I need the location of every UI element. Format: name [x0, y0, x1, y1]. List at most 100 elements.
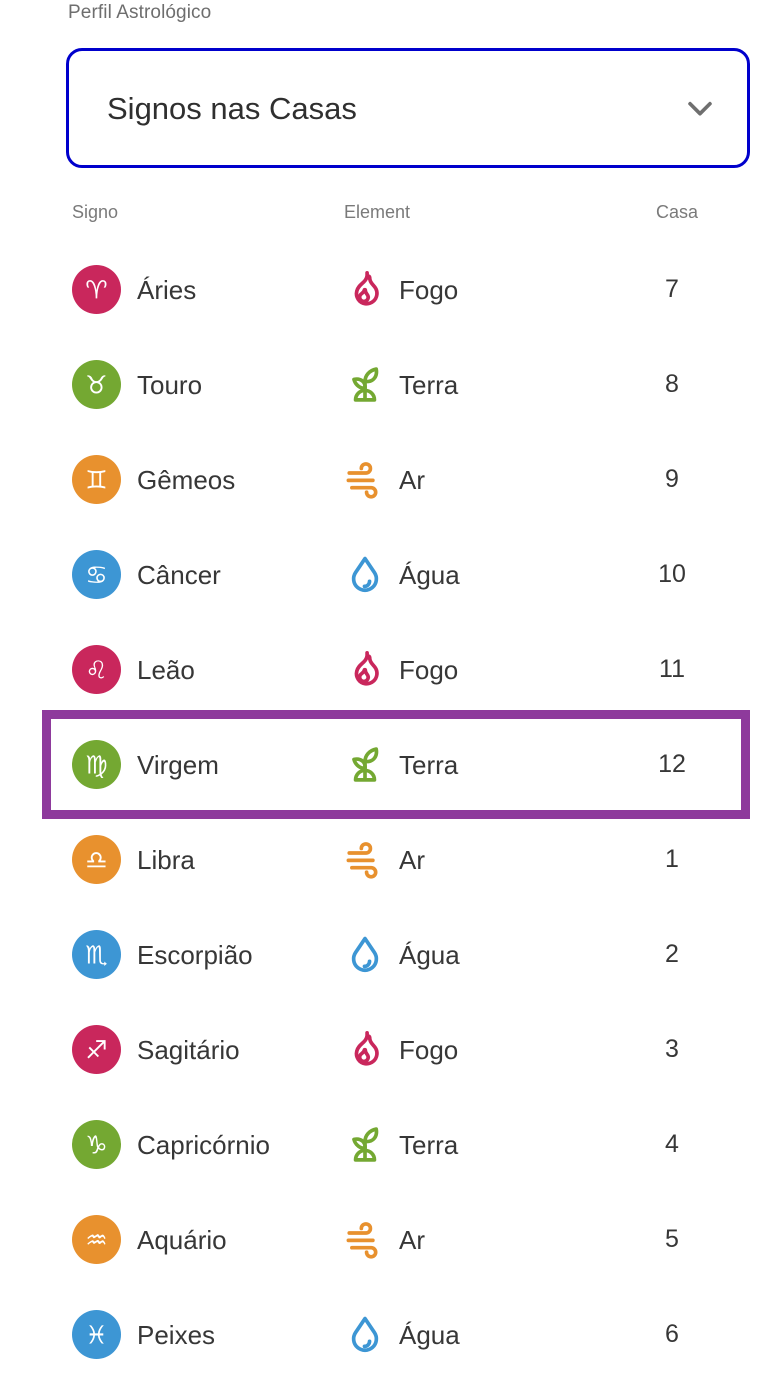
droplet-icon	[344, 934, 386, 976]
zodiac-aquario-icon: ♒	[72, 1215, 121, 1264]
house-number: 1	[665, 845, 679, 873]
element-cell: Água	[344, 527, 460, 622]
sign-name: Gêmeos	[137, 464, 236, 495]
element-name: Água	[399, 1319, 460, 1350]
sign-name: Sagitário	[137, 1034, 240, 1065]
zodiac-gemeos-icon: ♊	[72, 455, 121, 504]
sign-cell: ♓ Peixes	[72, 1287, 215, 1381]
zodiac-leao-icon: ♌	[72, 645, 121, 694]
table-row[interactable]: ♊ Gêmeos Ar 9	[0, 432, 774, 527]
sign-cell: ♌ Leão	[72, 622, 195, 717]
sign-name: Capricórnio	[137, 1129, 270, 1160]
wind-icon	[344, 1219, 386, 1261]
element-cell: Ar	[344, 432, 425, 527]
table-row[interactable]: ♐ Sagitário Fogo 3	[0, 1002, 774, 1097]
zodiac-touro-icon: ♉	[72, 360, 121, 409]
house-number: 3	[665, 1035, 679, 1063]
svg-text:♌: ♌	[85, 656, 107, 685]
perfil-astrologico-select[interactable]: Signos nas Casas	[66, 48, 750, 168]
element-cell: Ar	[344, 812, 425, 907]
sign-cell: ♐ Sagitário	[72, 1002, 240, 1097]
table-row[interactable]: ♑ Capricórnio Terra 4	[0, 1097, 774, 1192]
element-name: Fogo	[399, 1034, 459, 1065]
element-name: Terra	[399, 369, 459, 400]
sprout-icon	[344, 744, 386, 786]
sign-name: Áries	[137, 274, 197, 305]
zodiac-peixes-icon: ♓	[72, 1310, 121, 1359]
house-number: 5	[665, 1225, 679, 1253]
table-row[interactable]: ♉ Touro Terra 8	[0, 337, 774, 432]
sign-cell: ♋ Câncer	[72, 527, 221, 622]
wind-icon	[344, 459, 386, 501]
sign-name: Leão	[137, 654, 195, 685]
sign-name: Touro	[137, 369, 203, 400]
table-body: ♈ Áries Fogo 7 ♉ Touro Terra 8 ♊ Gêmeos Ar 9 ♋ Câncer…	[0, 242, 774, 1381]
signs-in-houses-table: Signo Element Casa ♈ Áries Fogo 7 ♉ Touro Terr…	[0, 196, 774, 1381]
table-row[interactable]: ♌ Leão Fogo 11	[0, 622, 774, 717]
zodiac-libra-icon: ♎	[72, 835, 121, 884]
sign-cell: ♍ Virgem	[72, 717, 219, 812]
table-row[interactable]: ♒ Aquário Ar 5	[0, 1192, 774, 1287]
droplet-icon	[344, 1314, 386, 1356]
svg-text:♉: ♉	[85, 371, 107, 400]
house-number: 11	[659, 655, 685, 683]
flame-icon	[344, 1029, 386, 1071]
sign-name: Aquário	[137, 1224, 227, 1255]
element-name: Fogo	[399, 274, 459, 305]
zodiac-virgem-icon: ♍	[72, 740, 121, 789]
table-row[interactable]: ♓ Peixes Água 6	[0, 1287, 774, 1381]
svg-text:♈: ♈	[85, 276, 107, 305]
sign-cell: ♒ Aquário	[72, 1192, 227, 1287]
column-header-element: Element	[344, 202, 411, 222]
table-row[interactable]: ♋ Câncer Água 10	[0, 527, 774, 622]
element-cell: Água	[344, 1287, 460, 1381]
svg-text:♒: ♒	[85, 1226, 107, 1255]
zodiac-escorpiao-icon: ♏	[72, 930, 121, 979]
table-row[interactable]: ♏ Escorpião Água 2	[0, 907, 774, 1002]
element-name: Ar	[399, 1224, 425, 1255]
sign-name: Libra	[137, 844, 195, 875]
sprout-icon	[344, 364, 386, 406]
table-header-row: Signo Element Casa	[0, 196, 774, 242]
droplet-icon	[344, 554, 386, 596]
column-header-casa: Casa	[656, 202, 699, 222]
sign-cell: ♊ Gêmeos	[72, 432, 235, 527]
wind-icon	[344, 839, 386, 881]
house-number: 12	[658, 750, 686, 778]
flame-icon	[344, 649, 386, 691]
table-row[interactable]: ♈ Áries Fogo 7	[0, 242, 774, 337]
house-number: 7	[665, 275, 679, 303]
element-cell: Terra	[344, 1097, 458, 1192]
house-number: 10	[658, 560, 686, 588]
sign-cell: ♑ Capricórnio	[72, 1097, 270, 1192]
element-cell: Fogo	[344, 622, 458, 717]
zodiac-cancer-icon: ♋	[72, 550, 121, 599]
table-row[interactable]: ♍ Virgem Terra 12	[0, 717, 774, 812]
select-selected-value: Signos nas Casas	[107, 90, 357, 126]
sign-cell: ♈ Áries	[72, 242, 196, 337]
element-name: Terra	[399, 749, 459, 780]
element-name: Ar	[399, 464, 425, 495]
house-number: 6	[665, 1320, 679, 1348]
element-name: Fogo	[399, 654, 459, 685]
chevron-down-icon[interactable]	[683, 91, 717, 125]
svg-text:♍: ♍	[85, 751, 107, 780]
house-number: 8	[665, 370, 679, 398]
sign-name: Peixes	[137, 1319, 216, 1350]
svg-text:♋: ♋	[85, 561, 107, 590]
house-number: 2	[665, 940, 679, 968]
sign-name: Escorpião	[137, 939, 253, 970]
zodiac-capricornio-icon: ♑	[72, 1120, 121, 1169]
element-cell: Ar	[344, 1192, 425, 1287]
sign-cell: ♏ Escorpião	[72, 907, 253, 1002]
house-number: 9	[665, 465, 679, 493]
svg-text:♎: ♎	[85, 846, 107, 875]
astrology-profile-panel: Perfil Astrológico Signos nas Casas Sign…	[0, 0, 774, 1381]
sign-cell: ♉ Touro	[72, 337, 202, 432]
svg-text:♐: ♐	[85, 1036, 107, 1065]
field-label: Perfil Astrológico	[68, 2, 212, 23]
element-name: Ar	[399, 844, 425, 875]
sprout-icon	[344, 1124, 386, 1166]
table-row[interactable]: ♎ Libra Ar 1	[0, 812, 774, 907]
house-number: 4	[665, 1130, 679, 1158]
